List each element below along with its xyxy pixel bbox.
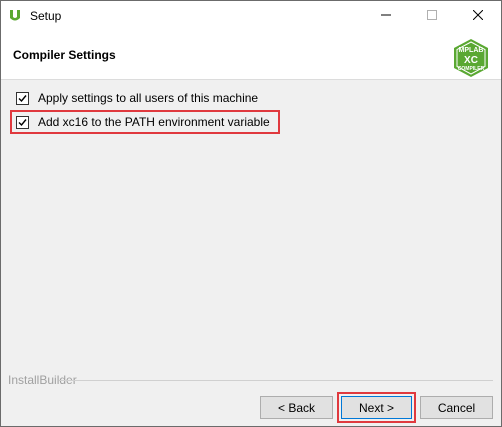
add-path-option[interactable]: Add xc16 to the PATH environment variabl…	[16, 113, 270, 131]
window-title: Setup	[30, 8, 62, 23]
maximize-button[interactable]	[409, 1, 455, 30]
setup-window: Setup Compiler Settings MPLAB XC COMPILE…	[0, 0, 502, 427]
next-button[interactable]: Next >	[341, 396, 412, 419]
svg-text:XC: XC	[464, 55, 478, 66]
back-button[interactable]: < Back	[260, 396, 333, 419]
svg-text:MPLAB: MPLAB	[459, 47, 484, 54]
apply-all-users-option[interactable]: Apply settings to all users of this mach…	[16, 89, 258, 107]
close-icon	[472, 9, 484, 23]
close-button[interactable]	[455, 1, 501, 30]
minimize-icon	[381, 9, 391, 23]
title-bar: Setup	[1, 1, 501, 30]
maximize-icon	[427, 9, 437, 23]
svg-text:COMPILER: COMPILER	[458, 66, 485, 72]
page-title: Compiler Settings	[13, 48, 116, 62]
add-path-label: Add xc16 to the PATH environment variabl…	[38, 115, 270, 129]
add-path-checkbox[interactable]	[16, 115, 29, 129]
cancel-button[interactable]: Cancel	[420, 396, 493, 419]
apply-all-users-checkbox[interactable]	[16, 91, 29, 105]
minimize-button[interactable]	[363, 1, 409, 30]
apply-all-users-label: Apply settings to all users of this mach…	[38, 91, 259, 105]
check-icon	[18, 118, 27, 126]
wizard-header: Compiler Settings MPLAB XC COMPILER	[1, 30, 501, 80]
check-icon	[18, 94, 27, 102]
mplab-xc-compiler-logo: MPLAB XC COMPILER	[451, 38, 491, 78]
microchip-icon	[7, 8, 23, 24]
footer-divider	[59, 380, 493, 381]
